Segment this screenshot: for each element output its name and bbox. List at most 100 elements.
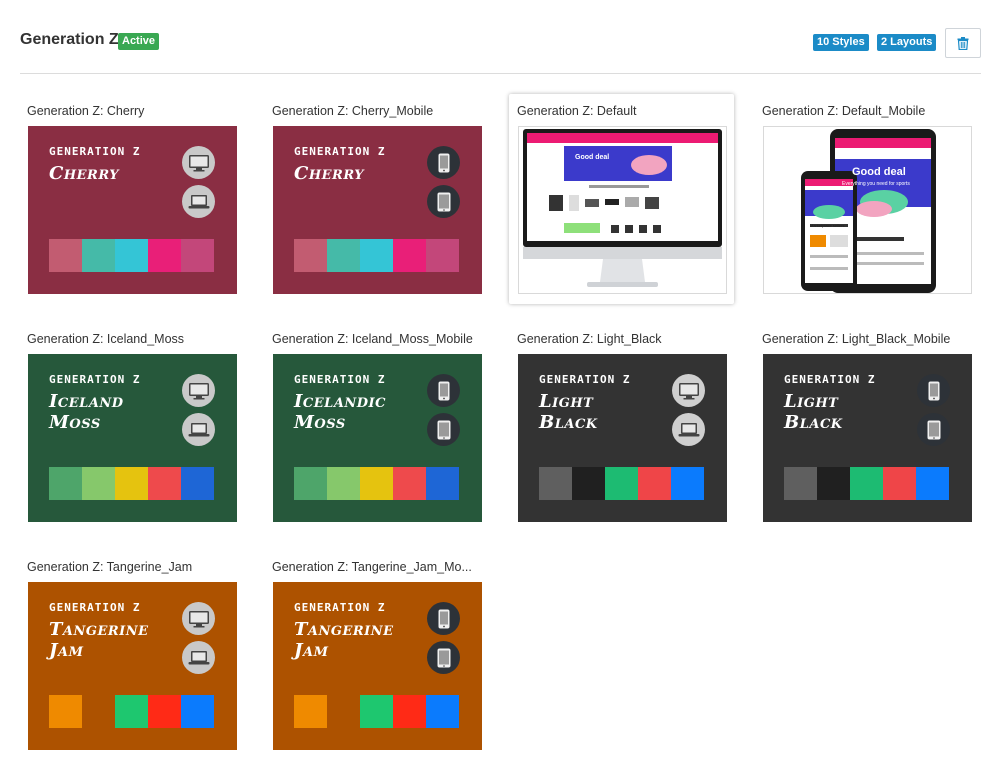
style-thumbnail[interactable]: GENERATION Z Tangerine Jam: [28, 582, 237, 750]
color-swatch: [49, 239, 82, 272]
style-name: Light Black: [539, 391, 598, 433]
color-swatch: [148, 467, 181, 500]
color-swatch: [294, 467, 327, 500]
style-thumbnail[interactable]: GENERATION Z Cherry: [273, 126, 482, 294]
style-card-label: Generation Z: Iceland_Moss_Mobile: [272, 332, 473, 346]
style-name-line-1: Light: [784, 391, 839, 412]
phone-icon: [917, 374, 950, 407]
color-swatch: [49, 695, 82, 728]
style-name-line-2: Black: [539, 412, 598, 433]
color-swatch: [360, 467, 393, 500]
phone-icon: [427, 146, 460, 179]
style-card-cherry[interactable]: Generation Z: Cherry GENERATION Z Cherry: [19, 94, 244, 304]
color-swatch: [360, 239, 393, 272]
color-swatch: [817, 467, 850, 500]
style-name-line-1: Iceland: [49, 391, 124, 412]
style-thumbnail[interactable]: GENERATION Z Light Black: [518, 354, 727, 522]
color-swatch: [82, 239, 115, 272]
style-card-label: Generation Z: Tangerine_Jam: [27, 560, 193, 574]
preview-banner-subtitle: Everything you need for sports: [842, 181, 910, 187]
style-name: Icelandic Moss: [294, 391, 386, 433]
style-card-label: Generation Z: Default: [517, 104, 637, 118]
brand-wordmark: GENERATION Z: [49, 145, 141, 158]
brand-wordmark: GENERATION Z: [784, 373, 876, 386]
brand-wordmark: GENERATION Z: [49, 601, 141, 614]
monitor-icon: [672, 374, 705, 407]
color-swatch: [916, 467, 949, 500]
style-card-default-mobile[interactable]: Generation Z: Default_Mobile Good deal E…: [754, 94, 979, 304]
laptop-icon: [182, 185, 215, 218]
color-swatch: [784, 467, 817, 500]
color-palette: [784, 467, 949, 500]
monitor-icon: [182, 146, 215, 179]
style-name: Iceland Moss: [49, 391, 124, 433]
brand-wordmark: GENERATION Z: [294, 145, 386, 158]
style-card-iceland-moss[interactable]: Generation Z: Iceland_Moss GENERATION Z Ic…: [19, 322, 244, 532]
color-palette: [49, 467, 214, 500]
trash-icon: [957, 36, 969, 50]
color-swatch: [115, 467, 148, 500]
style-card-cherry-mobile[interactable]: Generation Z: Cherry_Mobile GENERATION Z C…: [264, 94, 489, 304]
style-card-light-black-mobile[interactable]: Generation Z: Light_Black_Mobile GENERATI…: [754, 322, 979, 532]
color-swatch: [49, 467, 82, 500]
color-swatch: [294, 239, 327, 272]
color-swatch: [393, 695, 426, 728]
style-thumbnail[interactable]: Good deal: [518, 126, 727, 294]
color-swatch: [426, 695, 459, 728]
tablet-icon: [427, 185, 460, 218]
phone-icon: [427, 602, 460, 635]
color-palette: [539, 467, 704, 500]
style-header: Generation Z Active 10 Styles 2 Layouts: [20, 28, 981, 58]
style-card-light-black[interactable]: Generation Z: Light_Black GENERATION Z Lig…: [509, 322, 734, 532]
mobile-preview-illustration: [764, 127, 971, 293]
style-card-iceland-moss-mobile[interactable]: Generation Z: Iceland_Moss_Mobile GENERAT…: [264, 322, 489, 532]
style-name-line-2: Jam: [294, 640, 329, 661]
style-card-default[interactable]: Generation Z: Default Good deal: [509, 94, 734, 304]
phone-icon: [427, 374, 460, 407]
style-thumbnail[interactable]: GENERATION Z Cherry: [28, 126, 237, 294]
style-thumbnail[interactable]: GENERATION Z Light Black: [763, 354, 972, 522]
color-swatch: [82, 695, 115, 728]
style-name-line-1: Cherry: [294, 163, 365, 184]
style-name: Cherry: [49, 163, 119, 184]
style-card-label: Generation Z: Tangerine_Jam_Mo...: [272, 560, 472, 574]
color-swatch: [883, 467, 916, 500]
color-palette: [294, 239, 459, 272]
delete-button[interactable]: [945, 28, 981, 58]
style-thumbnail[interactable]: GENERATION Z Icelandic Moss: [273, 354, 482, 522]
style-name-line-1: Tangerine: [49, 619, 149, 640]
monitor-icon: [182, 374, 215, 407]
laptop-icon: [182, 641, 215, 674]
color-swatch: [115, 695, 148, 728]
color-swatch: [539, 467, 572, 500]
layouts-count-pill[interactable]: 2 Layouts: [877, 34, 937, 51]
style-thumbnail[interactable]: GENERATION Z Tangerine Jam: [273, 582, 482, 750]
color-swatch: [327, 239, 360, 272]
theme-title: Generation Z: [20, 31, 119, 48]
laptop-icon: [672, 413, 705, 446]
color-swatch: [327, 695, 360, 728]
brand-wordmark: GENERATION Z: [294, 601, 386, 614]
style-thumbnail[interactable]: GENERATION Z Iceland Moss: [28, 354, 237, 522]
color-swatch: [393, 467, 426, 500]
styles-count-pill[interactable]: 10 Styles: [813, 34, 869, 51]
desktop-preview-illustration: [519, 127, 726, 293]
color-palette: [49, 239, 214, 272]
color-swatch: [360, 695, 393, 728]
color-swatch: [850, 467, 883, 500]
active-badge: Active: [118, 33, 160, 50]
preview-banner-title: Good deal: [852, 166, 906, 178]
style-card-tangerine-jam[interactable]: Generation Z: Tangerine_Jam GENERATION Z T…: [19, 550, 244, 760]
style-card-label: Generation Z: Light_Black: [517, 332, 662, 346]
color-swatch: [181, 467, 214, 500]
brand-wordmark: GENERATION Z: [294, 373, 386, 386]
style-name-line-1: Icelandic: [294, 391, 386, 412]
style-thumbnail[interactable]: Good deal Everything you need for sports…: [763, 126, 972, 294]
style-name: Light Black: [784, 391, 843, 433]
style-card-label: Generation Z: Cherry: [27, 104, 145, 118]
style-card-tangerine-jam-mo[interactable]: Generation Z: Tangerine_Jam_Mo... GENERAT…: [264, 550, 489, 760]
style-name-line-2: Moss: [294, 412, 346, 433]
laptop-icon: [182, 413, 215, 446]
style-name-line-2: Moss: [49, 412, 101, 433]
style-card-label: Generation Z: Cherry_Mobile: [272, 104, 434, 118]
